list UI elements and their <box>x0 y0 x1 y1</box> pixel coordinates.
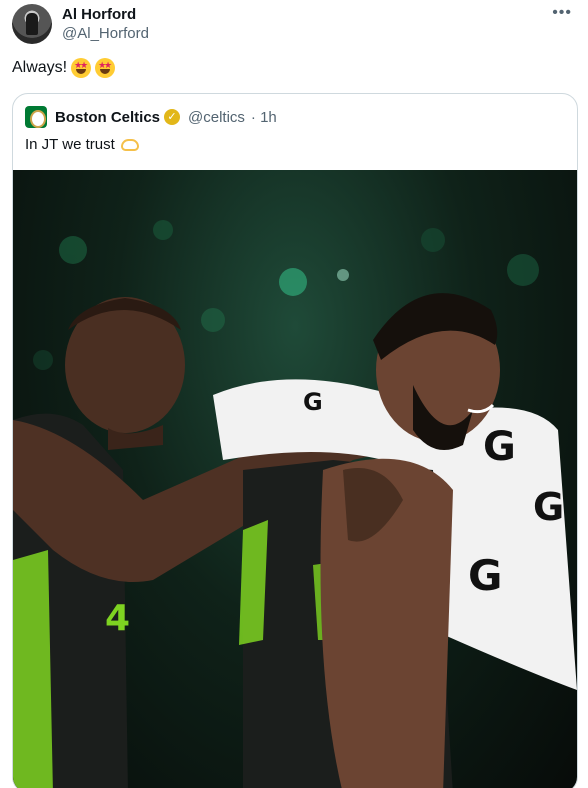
verified-badge-icon: ✓ <box>164 109 181 125</box>
svg-text:G: G <box>303 388 323 416</box>
more-options-icon[interactable]: ••• <box>552 4 572 22</box>
star-struck-emoji-icon <box>95 58 116 78</box>
quoted-tweet-text-content: In JT we trust <box>25 136 115 153</box>
tweet-header: Al Horford @Al_Horford ••• <box>12 4 576 48</box>
quoted-author-name[interactable]: Boston Celtics <box>55 109 160 126</box>
quoted-tweet-text: In JT we trust <box>25 136 139 153</box>
author-avatar[interactable] <box>12 4 52 44</box>
quoted-author-handle[interactable]: @celtics <box>188 109 245 126</box>
celtics-logo-avatar[interactable] <box>25 106 47 128</box>
quoted-tweet-card[interactable]: Boston Celtics ✓ @celtics · 1h In JT we … <box>12 93 578 788</box>
svg-text:G: G <box>533 485 564 529</box>
svg-text:G: G <box>483 424 516 470</box>
quoted-tweet-header: Boston Celtics ✓ @celtics · 1h <box>25 106 277 128</box>
author-handle[interactable]: @Al_Horford <box>62 25 149 42</box>
quoted-tweet-time[interactable]: · 1h <box>251 109 277 126</box>
author-name[interactable]: Al Horford <box>62 6 136 23</box>
svg-text:G: G <box>468 551 502 600</box>
tweet-text: Always! <box>12 58 116 78</box>
svg-text:4: 4 <box>105 598 130 639</box>
star-struck-emoji-icon <box>71 58 92 78</box>
tweet-text-content: Always! <box>12 59 68 76</box>
quoted-tweet-photo[interactable]: 4 G G G G <box>13 170 577 788</box>
heart-hands-emoji-icon <box>120 138 139 151</box>
